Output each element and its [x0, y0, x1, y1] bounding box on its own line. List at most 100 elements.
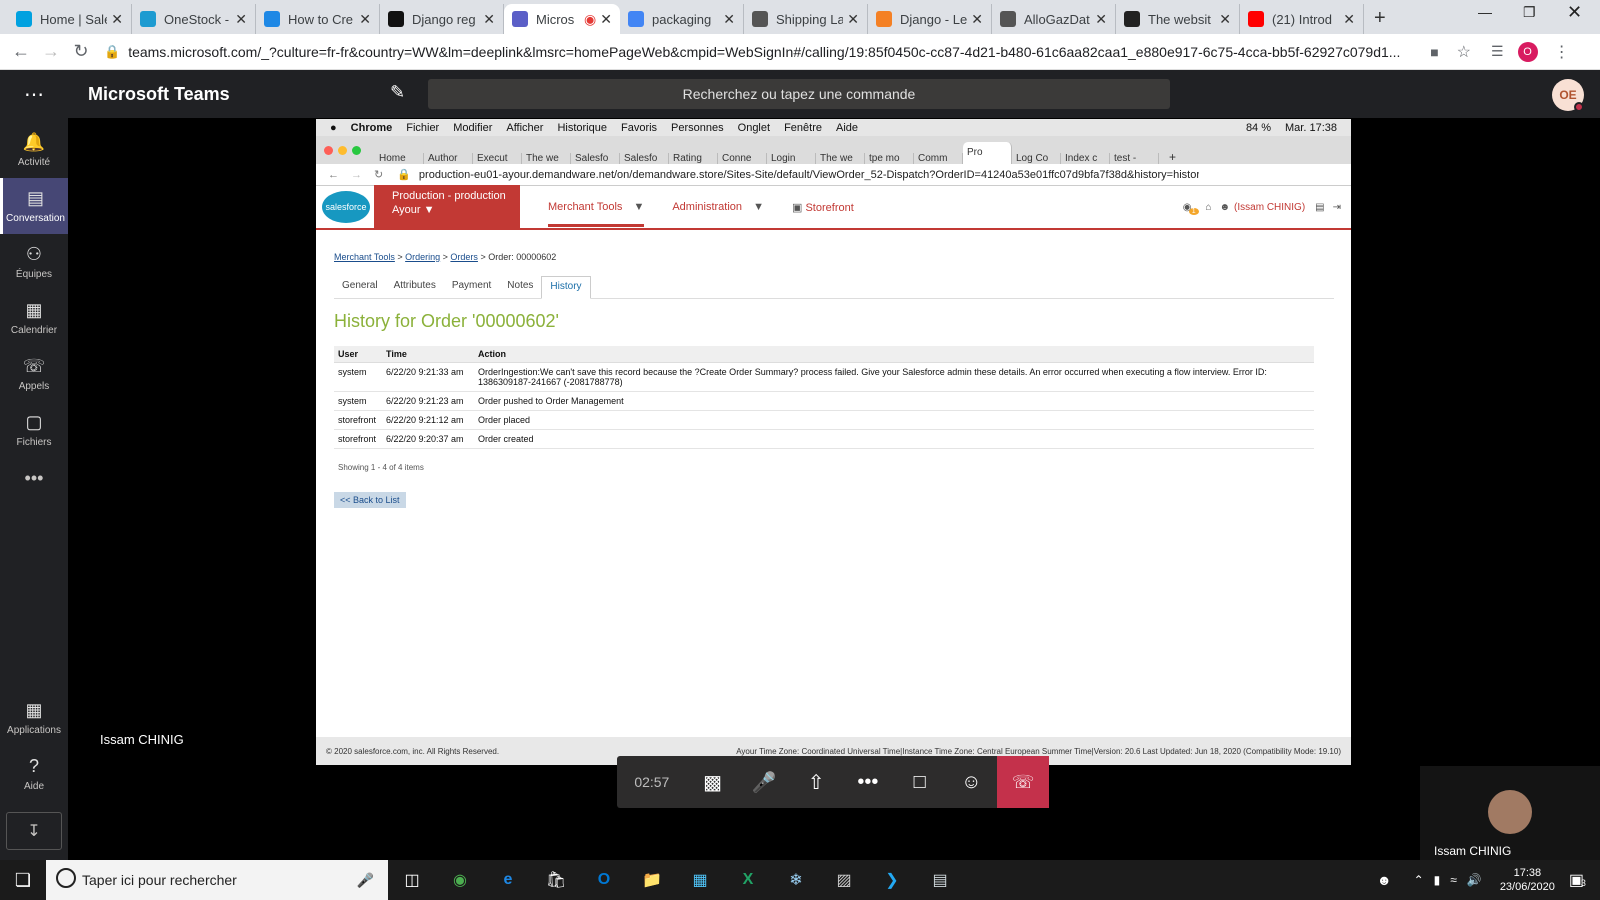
breadcrumb-ordering[interactable]: Ordering: [405, 252, 440, 262]
browser-tab[interactable]: packaging ✕: [620, 4, 744, 34]
teams-search-input[interactable]: Recherchez ou tapez une commande: [428, 79, 1170, 109]
hang-up-button[interactable]: ☏: [997, 756, 1050, 808]
inner-browser-tab[interactable]: Comm: [914, 153, 963, 164]
rail-item-apps[interactable]: ▦ Applications: [0, 690, 68, 746]
camera-off-button[interactable]: ▩: [687, 770, 739, 795]
inner-new-tab-button[interactable]: +: [1169, 150, 1176, 164]
nav-administration[interactable]: Administration ▼: [672, 201, 764, 213]
action-center-icon[interactable]: ▣ 3: [1569, 870, 1586, 890]
close-tab-icon[interactable]: ✕: [111, 11, 123, 28]
close-tab-icon[interactable]: ✕: [359, 11, 371, 28]
inner-reload-icon[interactable]: ↻: [374, 168, 383, 181]
close-tab-icon[interactable]: ✕: [971, 11, 983, 28]
nav-storefront[interactable]: ▣ Storefront: [792, 201, 854, 214]
tab-payment[interactable]: Payment: [444, 276, 499, 298]
snowflake-app-icon[interactable]: ❄: [772, 860, 820, 900]
inner-browser-tab[interactable]: Salesfo: [571, 153, 620, 164]
windows-start-icon[interactable]: ❏: [0, 870, 46, 891]
restore-icon[interactable]: ❐: [1523, 4, 1536, 21]
column-header-time[interactable]: Time: [382, 346, 474, 363]
rail-item-bell[interactable]: 🔔 Activité: [0, 122, 68, 178]
browser-tab[interactable]: Shipping La ✕: [744, 4, 868, 34]
home-icon[interactable]: ⌂: [1205, 202, 1211, 213]
tab-attributes[interactable]: Attributes: [386, 276, 444, 298]
task-view-icon[interactable]: ◫: [388, 860, 436, 900]
chrome-icon[interactable]: ◉: [436, 860, 484, 900]
vscode-icon[interactable]: ❯: [868, 860, 916, 900]
breadcrumb-orders[interactable]: Orders: [450, 252, 478, 262]
back-to-list-button[interactable]: << Back to List: [334, 492, 406, 508]
microphone-icon[interactable]: 🎤: [738, 770, 790, 795]
bookmark-star-icon[interactable]: ☆: [1457, 42, 1471, 62]
inner-browser-tab[interactable]: Execut: [473, 153, 522, 164]
inner-back-icon[interactable]: ←: [328, 169, 339, 181]
minimize-icon[interactable]: —: [1478, 4, 1492, 20]
close-tab-icon[interactable]: ✕: [235, 11, 247, 28]
inner-browser-tab[interactable]: Conne: [718, 153, 767, 164]
inner-browser-tab[interactable]: Pro: [963, 142, 1012, 164]
rail-item-teams[interactable]: ⚇ Équipes: [0, 234, 68, 290]
share-screen-icon[interactable]: ⇧: [790, 770, 842, 795]
minimize-dot-icon[interactable]: [338, 145, 347, 155]
tab-general[interactable]: General: [334, 276, 386, 298]
mac-menu-item[interactable]: Aide: [836, 122, 858, 134]
new-tab-button[interactable]: +: [1364, 7, 1396, 34]
mac-menu-item[interactable]: Fichier: [406, 122, 439, 134]
taskbar-clock[interactable]: 17:38 23/06/2020: [1500, 866, 1555, 894]
network-app-icon[interactable]: ▦: [676, 860, 724, 900]
mac-menu-item[interactable]: Favoris: [621, 122, 657, 134]
browser-tab[interactable]: OneStock - ✕: [132, 4, 256, 34]
people-icon[interactable]: ☻: [1377, 872, 1392, 888]
salesforce-logo[interactable]: salesforce: [322, 191, 370, 223]
sf-user-name[interactable]: (Issam CHINIG): [1234, 202, 1305, 213]
breadcrumb-merchant-tools[interactable]: Merchant Tools: [334, 252, 395, 262]
compose-icon[interactable]: ✎: [390, 82, 405, 103]
mac-menu-item[interactable]: Personnes: [671, 122, 724, 134]
file-explorer-icon[interactable]: 📁: [628, 860, 676, 900]
inner-browser-tab[interactable]: tpe mo: [865, 153, 914, 164]
browser-tab[interactable]: AlloGazDat ✕: [992, 4, 1116, 34]
close-tab-icon[interactable]: ✕: [483, 11, 495, 28]
wifi-icon[interactable]: ≈: [1450, 873, 1457, 887]
mac-menu-item[interactable]: Modifier: [453, 122, 492, 134]
outlook-icon[interactable]: O: [580, 860, 628, 900]
microphone-icon[interactable]: 🎤: [357, 872, 374, 889]
browser-tab[interactable]: Django - Le ✕: [868, 4, 992, 34]
forward-icon[interactable]: →: [36, 41, 66, 62]
rail-item-chat[interactable]: ▤ Conversation: [0, 178, 68, 234]
close-tab-icon[interactable]: ✕: [1219, 11, 1231, 28]
media-icon[interactable]: ☰: [1491, 43, 1504, 60]
app-launcher-icon[interactable]: ⋯: [24, 82, 44, 107]
inner-browser-tab[interactable]: The we: [816, 153, 865, 164]
outer-url-field[interactable]: teams.microsoft.com/_?culture=fr-fr&coun…: [128, 44, 1418, 60]
more-apps-icon[interactable]: •••: [0, 468, 68, 489]
zoom-dot-icon[interactable]: [352, 145, 361, 155]
inner-browser-tab[interactable]: Author: [424, 153, 473, 164]
browser-tab[interactable]: Django reg ✕: [380, 4, 504, 34]
browser-tab[interactable]: The websit ✕: [1116, 4, 1240, 34]
nav-merchant-tools[interactable]: Merchant Tools ▼: [548, 187, 645, 227]
inner-browser-tab[interactable]: test -: [1110, 153, 1159, 164]
rail-item-calendar[interactable]: ▦ Calendrier: [0, 290, 68, 346]
inner-forward-icon[interactable]: →: [351, 169, 362, 181]
store-icon[interactable]: 🛍: [532, 860, 580, 900]
close-tab-icon[interactable]: ✕: [847, 11, 859, 28]
browser-tab[interactable]: Home | Sale ✕: [8, 4, 132, 34]
inner-browser-tab[interactable]: Rating: [669, 153, 718, 164]
rail-item-help[interactable]: ? Aide: [0, 746, 68, 802]
close-tab-icon[interactable]: ✕: [1343, 11, 1355, 28]
close-tab-icon[interactable]: ✕: [723, 11, 735, 28]
inner-browser-tab[interactable]: Home: [375, 153, 424, 164]
close-tab-icon[interactable]: ✕: [1095, 11, 1107, 28]
terminal-icon[interactable]: ▨: [820, 860, 868, 900]
more-actions-icon[interactable]: •••: [842, 771, 894, 794]
browser-tab[interactable]: Micros ◉ ✕: [504, 4, 620, 34]
mac-menu-item[interactable]: Onglet: [738, 122, 770, 134]
mac-menu-item[interactable]: Fenêtre: [784, 122, 822, 134]
participants-icon[interactable]: ☺: [946, 771, 998, 794]
inner-browser-tab[interactable]: Log Co: [1012, 153, 1061, 164]
chevron-up-icon[interactable]: ⌃: [1414, 873, 1424, 887]
mac-menu-item[interactable]: Afficher: [506, 122, 543, 134]
tab-history[interactable]: History: [541, 276, 591, 299]
column-header-action[interactable]: Action: [474, 346, 1314, 363]
